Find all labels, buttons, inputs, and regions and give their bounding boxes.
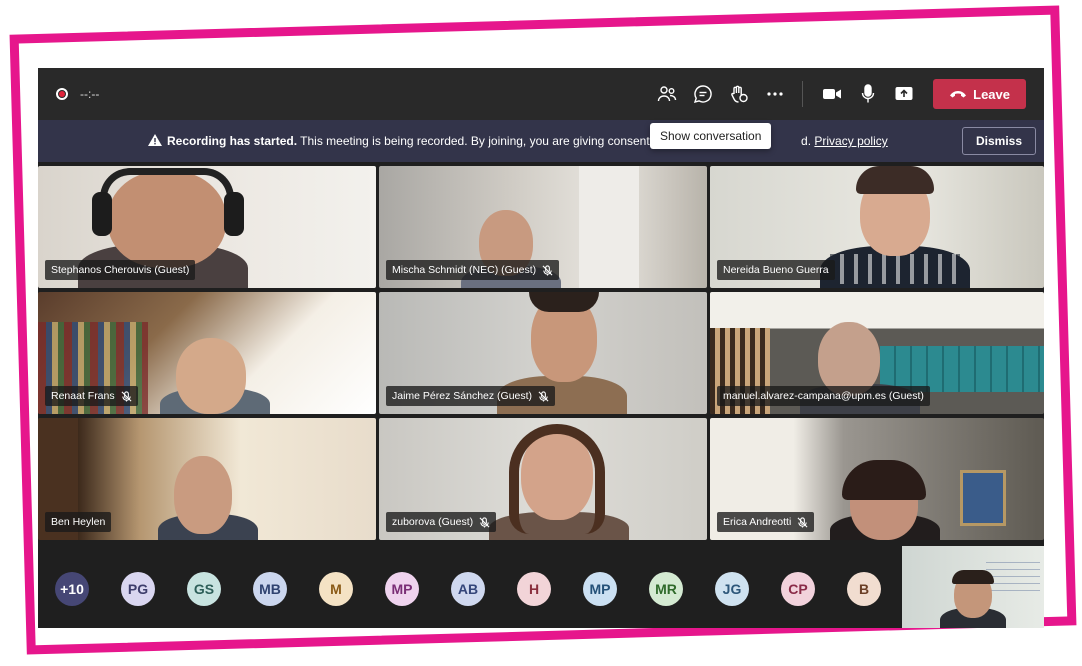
microphone-icon[interactable] [851, 77, 885, 111]
leave-label: Leave [973, 86, 1010, 102]
more-icon[interactable] [758, 77, 792, 111]
self-video-preview[interactable] [902, 546, 1044, 628]
participant-tile[interactable]: Ben Heylen [38, 418, 376, 540]
banner-body-text: This meeting is being recorded. By joini… [297, 134, 690, 148]
participant-name-label: Renaat Frans [45, 386, 138, 406]
mic-off-icon [121, 390, 132, 402]
participant-avatar[interactable]: MB [253, 572, 287, 606]
participant-avatar[interactable]: H [517, 572, 551, 606]
mic-off-icon [542, 264, 553, 276]
banner-body-tail: d. [801, 134, 812, 148]
participant-avatar-strip: +10 PG GS MB M MP AB H MP MR JG CP B [38, 544, 1044, 628]
participant-name-label: Mischa Schmidt (NEC) (Guest) [386, 260, 560, 280]
recording-banner: Recording has started. This meeting is b… [38, 120, 1044, 162]
banner-message: Recording has started. This meeting is b… [148, 134, 888, 148]
meeting-timer: --:-- [80, 87, 100, 101]
participant-tile[interactable]: zuborova (Guest) [379, 418, 707, 540]
participant-tile[interactable]: Renaat Frans [38, 292, 376, 414]
banner-strong-text: Recording has started. [167, 134, 298, 148]
participant-avatar[interactable]: PG [121, 572, 155, 606]
participant-name-label: Erica Andreotti [717, 512, 815, 532]
participant-avatar[interactable]: GS [187, 572, 221, 606]
mic-off-icon [538, 390, 549, 402]
recording-icon [56, 88, 68, 100]
raise-hand-icon[interactable] [722, 77, 756, 111]
participant-name-label: Nereida Bueno Guerra [717, 260, 835, 280]
participant-name-label: zuborova (Guest) [386, 512, 497, 532]
participant-avatar[interactable]: CP [781, 572, 815, 606]
participant-tile[interactable]: Erica Andreotti [710, 418, 1044, 540]
more-participants-avatar[interactable]: +10 [55, 572, 89, 606]
warning-icon [148, 134, 162, 146]
participant-avatar[interactable]: AB [451, 572, 485, 606]
participant-name-label: manuel.alvarez-campana@upm.es (Guest) [717, 386, 930, 406]
toolbar-divider [802, 81, 804, 107]
participant-avatar[interactable]: MP [385, 572, 419, 606]
participant-tile[interactable]: Jaime Pérez Sánchez (Guest) [379, 292, 707, 414]
participant-avatar[interactable]: M [319, 572, 353, 606]
participant-name-label: Ben Heylen [45, 512, 112, 532]
mic-off-icon [479, 516, 490, 528]
teams-meeting-window: --:-- Leave Recording has started. This … [38, 68, 1044, 628]
participant-avatar[interactable]: MR [649, 572, 683, 606]
privacy-policy-link[interactable]: Privacy policy [814, 134, 887, 148]
participant-avatar[interactable]: JG [715, 572, 749, 606]
toolbar-controls: Leave [648, 68, 1026, 120]
show-conversation-tooltip: Show conversation [650, 123, 772, 149]
dismiss-button[interactable]: Dismiss [962, 127, 1036, 155]
participant-tile[interactable]: Stephanos Cherouvis (Guest) [38, 166, 376, 288]
people-icon[interactable] [650, 77, 684, 111]
participant-name-label: Stephanos Cherouvis (Guest) [45, 260, 196, 280]
chat-icon[interactable] [686, 77, 720, 111]
mic-off-icon [797, 516, 808, 528]
participant-avatar[interactable]: B [847, 572, 881, 606]
participant-tile[interactable]: manuel.alvarez-campana@upm.es (Guest) [710, 292, 1044, 414]
participant-name-label: Jaime Pérez Sánchez (Guest) [386, 386, 556, 406]
participant-avatar[interactable]: MP [583, 572, 617, 606]
phone-hangup-icon [950, 91, 967, 98]
camera-icon[interactable] [815, 77, 849, 111]
video-grid: Stephanos Cherouvis (Guest) Mischa Schmi… [38, 166, 1044, 540]
meeting-toolbar: --:-- Leave [38, 68, 1044, 120]
leave-button[interactable]: Leave [933, 79, 1026, 109]
participant-tile[interactable]: Mischa Schmidt (NEC) (Guest) [379, 166, 707, 288]
share-screen-icon[interactable] [887, 77, 921, 111]
participant-tile[interactable]: Nereida Bueno Guerra [710, 166, 1044, 288]
